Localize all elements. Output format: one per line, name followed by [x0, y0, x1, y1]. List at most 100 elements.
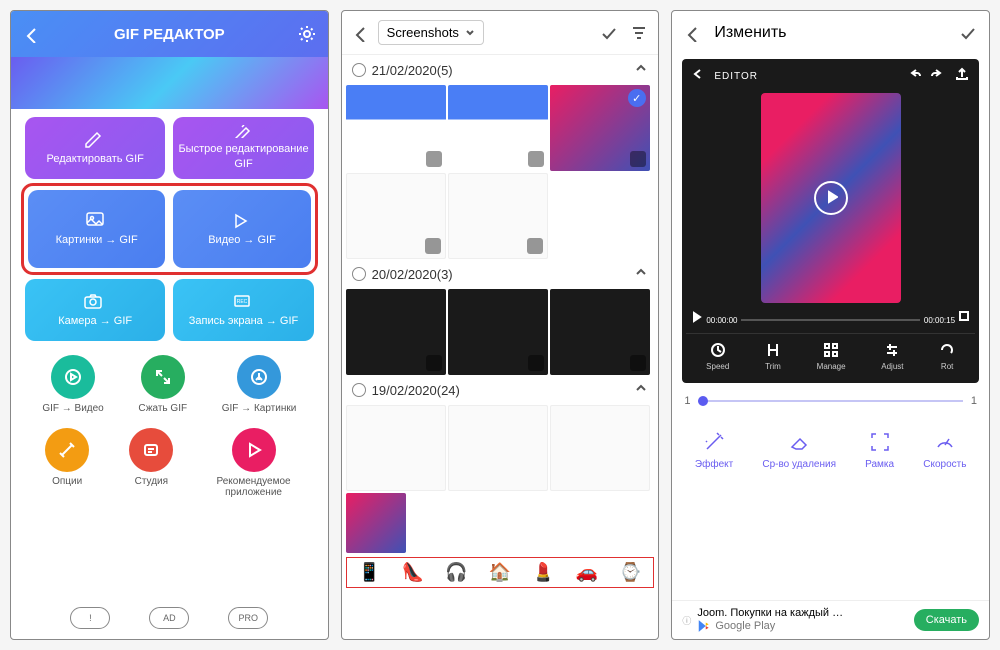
- select-all-radio[interactable]: [352, 383, 366, 397]
- chevron-up-icon[interactable]: [634, 61, 648, 79]
- expand-icon[interactable]: [426, 355, 442, 371]
- info-button[interactable]: !: [70, 607, 110, 629]
- thumbnail[interactable]: [346, 289, 446, 375]
- slider-handle[interactable]: [698, 396, 708, 406]
- emoji-item[interactable]: 👠: [402, 562, 424, 583]
- thumbnail[interactable]: [448, 405, 548, 491]
- expand-icon[interactable]: [527, 238, 543, 254]
- ad-banner[interactable]: ⓘ Joom. Покупки на каждый … Google Play …: [672, 600, 989, 639]
- chevron-up-icon[interactable]: [634, 265, 648, 283]
- confirm-icon[interactable]: [959, 24, 977, 42]
- date-group-2[interactable]: 20/02/2020(3): [342, 259, 659, 289]
- tool-speed[interactable]: Speed: [706, 342, 729, 371]
- tile-quick-edit[interactable]: Быстрое редактирование GIF: [173, 117, 313, 179]
- thumbnail-selected[interactable]: ✓: [550, 85, 650, 171]
- expand-icon[interactable]: [426, 151, 442, 167]
- emoji-item[interactable]: 💄: [532, 562, 554, 583]
- export-icon[interactable]: [955, 67, 969, 85]
- thumbnail[interactable]: [448, 85, 548, 171]
- editor-label: EDITOR: [714, 71, 758, 82]
- panel-gif-editor: GIF РЕДАКТОР Редактировать GIF Быстрое р…: [10, 10, 329, 640]
- redo-icon[interactable]: [931, 67, 945, 85]
- tool-gif-to-video[interactable]: GIF → Видео: [42, 355, 103, 414]
- emoji-item[interactable]: 🏠: [489, 562, 511, 583]
- ad-button[interactable]: AD: [149, 607, 189, 629]
- download-button[interactable]: Скачать: [914, 609, 979, 631]
- tool-adjust[interactable]: Adjust: [881, 342, 903, 371]
- pro-button[interactable]: PRO: [228, 607, 268, 629]
- back-icon[interactable]: [684, 24, 702, 42]
- seek-bar[interactable]: [741, 319, 919, 321]
- tool-options[interactable]: Опции: [45, 428, 89, 498]
- panel-picker: Screenshots 21/02/2020(5) ✓ 20/02/2020(3…: [341, 10, 660, 640]
- thumbnail[interactable]: [448, 289, 548, 375]
- tool-recommended[interactable]: Рекомендуемое приложение: [214, 428, 294, 498]
- thumbnail[interactable]: [550, 289, 650, 375]
- trim-icon: [765, 342, 781, 358]
- frame-slider[interactable]: 1 1: [672, 387, 989, 415]
- expand-icon[interactable]: [425, 238, 441, 254]
- back-icon[interactable]: [692, 67, 704, 85]
- checkmark-icon: ✓: [628, 89, 646, 107]
- folder-dropdown[interactable]: Screenshots: [378, 20, 484, 45]
- tile-screen-rec[interactable]: REC Запись экрана → GIF: [173, 279, 313, 341]
- expand-icon[interactable]: [528, 151, 544, 167]
- tool-frame[interactable]: Рамка: [865, 431, 894, 470]
- inner-editor: EDITOR 00:00:00 00:00:15 Speed Trim Mana…: [682, 59, 979, 383]
- expand-icon[interactable]: [528, 355, 544, 371]
- play-icon[interactable]: [692, 311, 702, 329]
- tool-eraser[interactable]: Ср-во удаления: [762, 431, 836, 470]
- thumbnail[interactable]: [448, 173, 548, 259]
- tools-row-2: Опции Студия Рекомендуемое приложение: [25, 428, 314, 498]
- eraser-icon: [788, 431, 810, 453]
- tile-images-to-gif[interactable]: Картинки → GIF: [28, 190, 165, 268]
- emoji-bar: 📱 👠 🎧 🏠 💄 🚗 ⌚: [346, 557, 655, 588]
- emoji-item[interactable]: ⌚: [619, 562, 641, 583]
- picker-header: Screenshots: [342, 11, 659, 55]
- thumbnail[interactable]: [346, 173, 446, 259]
- expand-icon[interactable]: [630, 355, 646, 371]
- tool-rotate[interactable]: Rot: [939, 342, 955, 371]
- tool-speed[interactable]: Скорость: [923, 431, 966, 470]
- timeline[interactable]: 00:00:00 00:00:15: [686, 307, 975, 333]
- time-start: 00:00:00: [706, 316, 737, 325]
- date-group-3[interactable]: 19/02/2020(24): [342, 375, 659, 405]
- play-icon: [824, 189, 838, 207]
- editor-tools: Speed Trim Manage Adjust Rot: [686, 333, 975, 379]
- expand-icon[interactable]: [630, 151, 646, 167]
- tile-edit-gif[interactable]: Редактировать GIF: [25, 117, 165, 179]
- play-button[interactable]: [814, 181, 848, 215]
- thumbnail[interactable]: [346, 405, 446, 491]
- tool-compress[interactable]: Сжать GIF: [138, 355, 187, 414]
- tile-video-to-gif[interactable]: Видео → GIF: [173, 190, 310, 268]
- date-group-1[interactable]: 21/02/2020(5): [342, 55, 659, 85]
- tool-effect[interactable]: Эффект: [695, 431, 733, 470]
- fullscreen-icon[interactable]: [959, 311, 969, 329]
- confirm-icon[interactable]: [600, 24, 618, 42]
- slider-max: 1: [971, 395, 977, 407]
- speed-icon: [710, 342, 726, 358]
- chevron-up-icon[interactable]: [634, 381, 648, 399]
- filter-icon[interactable]: [630, 24, 648, 42]
- back-icon[interactable]: [23, 25, 41, 43]
- tool-trim[interactable]: Trim: [765, 342, 781, 371]
- thumbnail[interactable]: [346, 493, 406, 553]
- undo-icon[interactable]: [907, 67, 921, 85]
- tool-gif-to-images[interactable]: GIF → Картинки: [222, 355, 297, 414]
- tile-camera-to-gif[interactable]: Камера → GIF: [25, 279, 165, 341]
- emoji-item[interactable]: 🚗: [576, 562, 598, 583]
- slider-track[interactable]: [698, 400, 962, 402]
- select-all-radio[interactable]: [352, 63, 366, 77]
- emoji-item[interactable]: 📱: [358, 562, 380, 583]
- tool-studio[interactable]: Студия: [129, 428, 173, 498]
- rec-icon: REC: [232, 292, 256, 310]
- tool-manage[interactable]: Manage: [817, 342, 846, 371]
- thumbnail[interactable]: [346, 85, 446, 171]
- select-all-radio[interactable]: [352, 267, 366, 281]
- camera-icon: [83, 292, 107, 310]
- thumbnail[interactable]: [550, 405, 650, 491]
- thumbs-group-1: ✓: [342, 85, 659, 259]
- settings-icon[interactable]: [298, 25, 316, 43]
- emoji-item[interactable]: 🎧: [445, 562, 467, 583]
- back-icon[interactable]: [352, 24, 370, 42]
